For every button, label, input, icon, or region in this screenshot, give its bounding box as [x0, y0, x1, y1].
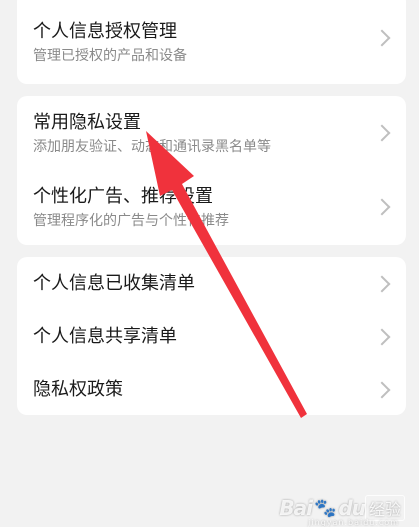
- watermark-url: jingyan.baidu.com: [308, 518, 399, 527]
- chevron-right-icon: [373, 124, 391, 142]
- chevron-right-icon: [373, 198, 391, 216]
- info-list-card: 个人信息已收集清单 个人信息共享清单 隐私权政策: [17, 257, 406, 415]
- item-title: 个性化广告、推荐设置: [33, 185, 213, 207]
- list-item-authorization-management[interactable]: 个人信息授权管理 管理已授权的产品和设备: [17, 0, 406, 84]
- list-item-privacy-policy[interactable]: 隐私权政策: [17, 363, 406, 415]
- baidu-jingyan-watermark: Bai 🐾 du 经验 jingyan.baidu.com: [279, 495, 405, 527]
- paw-icon: 🐾: [314, 497, 337, 519]
- item-title: 常用隐私设置: [33, 111, 141, 133]
- item-title: 个人信息已收集清单: [33, 272, 195, 294]
- item-title: 隐私权政策: [33, 378, 123, 400]
- list-item-collected-info-list[interactable]: 个人信息已收集清单: [17, 257, 406, 310]
- item-subtitle: 管理已授权的产品和设备: [33, 47, 187, 64]
- list-item-ad-recommendation-settings[interactable]: 个性化广告、推荐设置 管理程序化的广告与个性化推荐: [17, 170, 406, 244]
- watermark-logo-tail: du: [338, 496, 366, 520]
- watermark-logo: Bai: [279, 496, 313, 520]
- item-title: 个人信息授权管理: [33, 20, 177, 42]
- list-item-common-privacy-settings[interactable]: 常用隐私设置 添加朋友验证、动态和通讯录黑名单等: [17, 96, 406, 170]
- chevron-right-icon: [373, 381, 391, 398]
- privacy-settings-card: 常用隐私设置 添加朋友验证、动态和通讯录黑名单等 个性化广告、推荐设置 管理程序…: [17, 96, 406, 245]
- item-subtitle: 添加朋友验证、动态和通讯录黑名单等: [33, 138, 271, 155]
- chevron-right-icon: [373, 275, 391, 292]
- chevron-right-icon: [373, 29, 391, 47]
- authorization-card: 个人信息授权管理 管理已授权的产品和设备: [17, 0, 406, 84]
- chevron-right-icon: [373, 328, 391, 345]
- item-subtitle: 管理程序化的广告与个性化推荐: [33, 212, 229, 229]
- list-item-shared-info-list[interactable]: 个人信息共享清单: [17, 310, 406, 363]
- item-title: 个人信息共享清单: [33, 325, 177, 347]
